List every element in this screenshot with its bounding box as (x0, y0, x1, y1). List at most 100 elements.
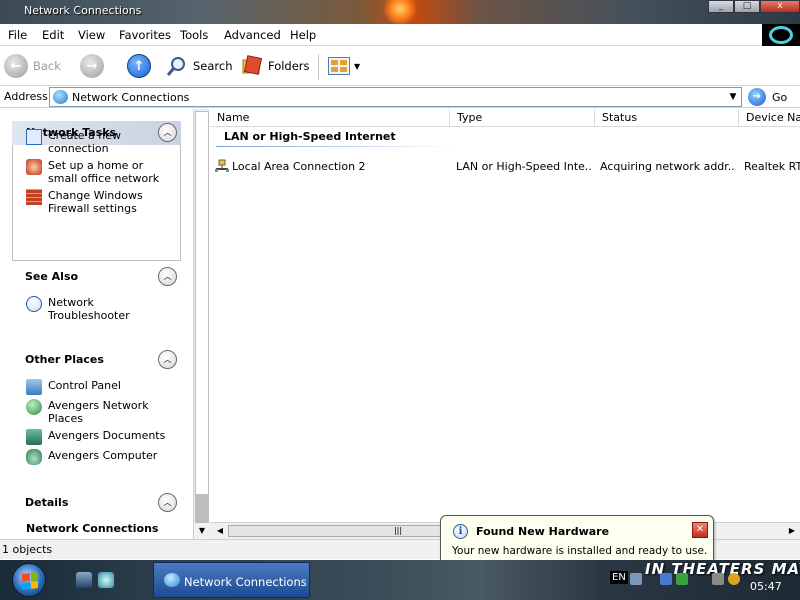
collapse-chevron-icon[interactable]: ︿ (158, 493, 177, 512)
quicklaunch-desktop-icon[interactable] (76, 572, 92, 588)
scroll-down-icon[interactable]: ▼ (194, 523, 210, 539)
task-pane: Network Tasks ︿ Create a new connection … (0, 109, 193, 539)
folders-button[interactable]: Folders (241, 54, 310, 78)
network-icon (164, 573, 180, 587)
file-list: Name Type Status Device Nam LAN or High-… (210, 109, 800, 539)
home-network-link[interactable]: Set up a home or small office network (26, 159, 173, 185)
see-also-panel: See Also ︿ Network Troubleshooter (12, 265, 181, 322)
details-title: Details (25, 496, 69, 509)
balloon-message: Your new hardware is installed and ready… (452, 545, 708, 557)
info-icon (26, 296, 42, 312)
address-bar: Address Network Connections ▼ ➜ Go (0, 86, 800, 108)
control-panel-label: Control Panel (48, 379, 121, 392)
menu-favorites[interactable]: Favorites (119, 28, 171, 42)
create-connection-link[interactable]: Create a new connection (26, 129, 173, 155)
details-panel: Details ︿ Network Connections (12, 491, 181, 535)
tray-hardware-icon[interactable] (676, 573, 688, 585)
views-dropdown-arrow-icon: ▼ (354, 61, 361, 71)
row-device: Realtek RTL (744, 160, 800, 173)
go-label: Go (772, 90, 788, 104)
back-label: Back (33, 59, 61, 73)
balloon-close-button[interactable]: ✕ (692, 522, 708, 538)
network-places-link[interactable]: Avengers Network Places (26, 399, 173, 425)
create-connection-label: Create a new connection (48, 129, 122, 155)
row-type: LAN or High-Speed Inte... (456, 160, 592, 173)
scrollbar-thumb[interactable] (195, 111, 209, 495)
details-name: Network Connections (26, 522, 159, 535)
menu-view[interactable]: View (78, 28, 105, 42)
firewall-settings-link[interactable]: Change Windows Firewall settings (26, 189, 173, 215)
scrollbar-track[interactable] (195, 495, 209, 523)
row-status: Acquiring network addr... (600, 160, 736, 173)
folders-icon (242, 55, 263, 75)
documents-label: Avengers Documents (48, 429, 166, 442)
taskbar-button-label: Network Connections (184, 575, 307, 589)
language-indicator[interactable]: EN (610, 571, 628, 584)
menu-advanced[interactable]: Advanced (224, 28, 281, 42)
wallpaper-fire-decoration (380, 0, 420, 24)
info-icon: i (453, 524, 468, 539)
computer-link[interactable]: Avengers Computer (26, 449, 173, 465)
up-arrow-icon: ↑ (127, 54, 151, 78)
taskbar-button-network-connections[interactable]: Network Connections (153, 562, 310, 598)
system-clock[interactable]: 05:47 (750, 580, 782, 593)
search-label: Search (193, 59, 233, 73)
address-input[interactable]: Network Connections ▼ (49, 87, 742, 107)
task-pane-scrollbar[interactable]: ▼ (193, 109, 210, 539)
scroll-left-icon[interactable]: ◀ (212, 523, 228, 539)
scroll-right-icon[interactable]: ▶ (784, 523, 800, 539)
group-divider (216, 146, 456, 147)
control-panel-link[interactable]: Control Panel (26, 379, 173, 395)
firewall-settings-label: Change Windows Firewall settings (48, 189, 143, 215)
column-type[interactable]: Type (450, 109, 595, 127)
back-arrow-icon: ← (4, 54, 28, 78)
tray-volume-icon[interactable] (712, 573, 724, 585)
home-network-label: Set up a home or small office network (48, 159, 160, 185)
close-button[interactable]: x (760, 0, 800, 13)
column-name[interactable]: Name (210, 109, 450, 127)
window-title: Network Connections (24, 4, 142, 17)
up-folder-button[interactable]: ↑ (127, 54, 151, 78)
other-places-header[interactable]: Other Places ︿ (12, 348, 181, 372)
quicklaunch-browser-icon[interactable] (98, 572, 114, 588)
back-button[interactable]: ← Back (4, 54, 61, 78)
tray-security-icon[interactable] (660, 573, 672, 585)
menu-edit[interactable]: Edit (42, 28, 64, 42)
documents-icon (26, 429, 42, 445)
maximize-button[interactable]: □ (734, 0, 760, 13)
notification-balloon[interactable]: i Found New Hardware ✕ Your new hardware… (440, 515, 714, 566)
menu-file[interactable]: File (8, 28, 27, 42)
new-connection-icon (26, 129, 42, 145)
address-dropdown-icon[interactable]: ▼ (725, 88, 741, 106)
column-status[interactable]: Status (595, 109, 739, 127)
network-troubleshooter-link[interactable]: Network Troubleshooter (26, 296, 173, 322)
go-arrow-icon: ➜ (748, 88, 766, 106)
forward-arrow-icon: → (80, 54, 104, 78)
start-orb-icon[interactable] (12, 563, 46, 597)
search-button[interactable]: Search (166, 54, 233, 78)
tray-network-icon[interactable] (630, 573, 642, 585)
column-device-name[interactable]: Device Nam (739, 109, 800, 127)
collapse-chevron-icon[interactable]: ︿ (158, 350, 177, 369)
menu-help[interactable]: Help (290, 28, 316, 42)
minimize-button[interactable]: _ (708, 0, 734, 13)
views-button[interactable]: ▼ (328, 54, 360, 78)
taskbar: Network Connections IN THEATERS MAY 4 EN… (0, 560, 800, 600)
address-label: Address (4, 90, 48, 103)
firewall-icon (26, 189, 42, 205)
title-bar[interactable]: Network Connections _ □ x (0, 0, 800, 24)
menu-tools[interactable]: Tools (180, 28, 208, 42)
documents-link[interactable]: Avengers Documents (26, 429, 173, 445)
forward-button[interactable]: → (80, 54, 104, 78)
table-row[interactable]: Local Area Connection 2 LAN or High-Spee… (210, 159, 800, 175)
network-tasks-panel: Network Tasks ︿ Create a new connection … (12, 121, 181, 261)
network-places-label: Avengers Network Places (48, 399, 149, 425)
go-button[interactable]: ➜ Go (748, 88, 787, 106)
collapse-chevron-icon[interactable]: ︿ (158, 267, 177, 286)
see-also-header[interactable]: See Also ︿ (12, 265, 181, 289)
toolbar-separator (318, 54, 319, 80)
window-controls: _ □ x (708, 0, 800, 14)
home-network-icon (26, 159, 42, 175)
details-header[interactable]: Details ︿ (12, 491, 181, 515)
tray-updates-icon[interactable] (728, 573, 740, 585)
